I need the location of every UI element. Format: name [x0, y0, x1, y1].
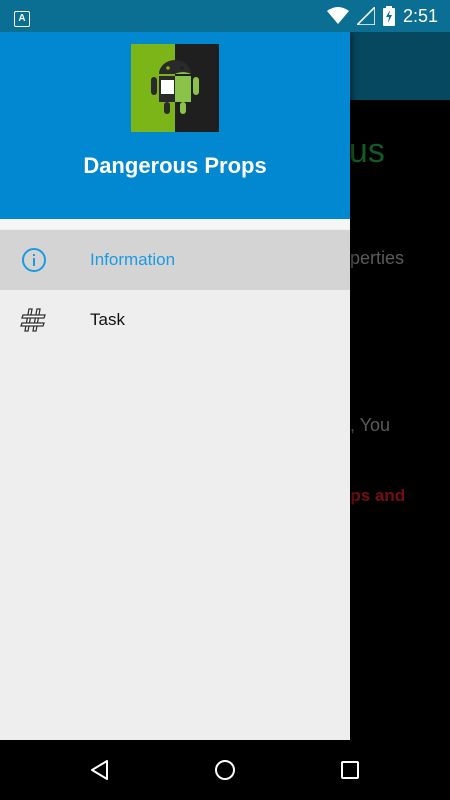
- drawer-item-label: Task: [90, 310, 125, 329]
- system-navigation-bar: [0, 740, 450, 800]
- app-title: Dangerous Props: [83, 153, 267, 178]
- recents-icon[interactable]: [336, 756, 364, 784]
- system-icons: 2:51: [326, 4, 438, 28]
- navigation-drawer: Dangerous Props Information Task: [0, 32, 350, 740]
- battery-charging-icon: [382, 6, 395, 26]
- status-bar: A 2:51: [0, 0, 450, 32]
- back-icon[interactable]: [86, 756, 114, 784]
- drawer-item-label: Information: [90, 250, 176, 269]
- notification-a-icon: A: [14, 11, 30, 27]
- drawer-header: Dangerous Props: [0, 32, 350, 219]
- drawer-divider: [0, 219, 350, 229]
- notification-area: A: [14, 8, 30, 27]
- wifi-icon: [326, 7, 349, 24]
- android-logo-icon: [131, 44, 219, 132]
- drawer-item-information[interactable]: Information: [0, 230, 350, 290]
- drawer-item-task[interactable]: Task: [0, 290, 350, 350]
- app-logo: [131, 44, 219, 132]
- clock: 2:51: [402, 6, 438, 26]
- info-icon: [22, 248, 46, 272]
- hash-icon: [20, 308, 46, 332]
- home-icon[interactable]: [211, 756, 239, 784]
- signal-icon: [356, 7, 375, 25]
